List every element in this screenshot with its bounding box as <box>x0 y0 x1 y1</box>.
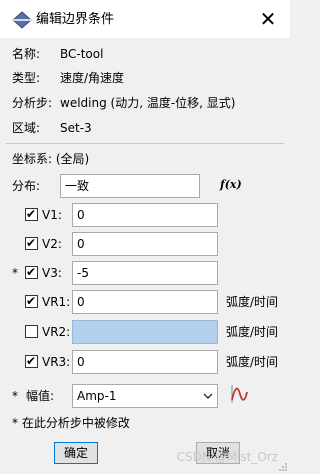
distribution-field[interactable]: 一致 <box>60 174 200 198</box>
field-unit: 弧度/时间 <box>226 325 279 339</box>
title-bar: 编辑边界条件 ✕ <box>0 0 290 38</box>
name-row: 名称: BC-tool <box>12 45 103 63</box>
csys-row: 坐标系: (全局) <box>12 150 89 168</box>
ok-button[interactable]: 确定 <box>54 442 98 464</box>
modified-note: * 在此分析步中被修改 <box>12 416 130 430</box>
type-value: 速度/角速度 <box>60 71 125 85</box>
checkmark-icon: ✔ <box>26 236 37 250</box>
amplitude-curve-icon[interactable] <box>229 383 249 405</box>
amplitude-select[interactable]: Amp-1 <box>72 384 218 408</box>
csys-label: 坐标系: <box>12 152 53 166</box>
field-label: VR3: <box>42 355 71 369</box>
type-label: 类型: <box>12 71 41 85</box>
checkmark-icon: ✔ <box>26 354 37 368</box>
field-input[interactable]: 0 <box>72 232 218 256</box>
chevron-down-icon <box>203 393 213 399</box>
region-row: 区域: Set-3 <box>12 119 92 137</box>
close-button[interactable]: ✕ <box>246 0 290 38</box>
field-checkbox[interactable]: ✔ <box>25 207 38 221</box>
amplitude-label: 幅值: <box>26 389 55 403</box>
checkmark-icon: ✔ <box>26 265 37 279</box>
type-row: 类型: 速度/角速度 <box>12 69 124 87</box>
separator <box>6 143 284 144</box>
cancel-button[interactable]: 取消 <box>196 442 240 464</box>
resize-grip-icon[interactable] <box>278 462 288 472</box>
field-unit: 弧度/时间 <box>226 295 279 309</box>
field-label: V2: <box>42 237 62 251</box>
step-label: 分析步: <box>12 96 53 110</box>
field-checkbox[interactable] <box>25 325 38 338</box>
step-row: 分析步: welding (动力, 温度-位移, 显式) <box>12 94 235 112</box>
amplitude-value: Amp-1 <box>77 389 117 403</box>
name-label: 名称: <box>12 47 41 61</box>
region-label: 区域: <box>12 121 41 135</box>
distribution-label: 分布: <box>12 179 41 193</box>
window-title: 编辑边界条件 <box>36 12 115 27</box>
field-checkbox[interactable]: ✔ <box>25 265 38 279</box>
field-label: VR1: <box>42 295 71 309</box>
csys-value: (全局) <box>55 152 90 166</box>
field-modified-star: * <box>12 266 18 280</box>
field-label: VR2: <box>42 325 71 339</box>
checkmark-icon: ✔ <box>26 207 37 221</box>
field-input[interactable]: 0 <box>72 290 218 314</box>
field-input[interactable]: 0 <box>72 350 218 374</box>
field-checkbox[interactable]: ✔ <box>25 294 38 308</box>
field-label: V1: <box>42 208 62 222</box>
region-value: Set-3 <box>60 121 92 135</box>
amplitude-modified-star: * <box>12 389 18 403</box>
field-input[interactable]: 0 <box>72 203 218 227</box>
fx-icon[interactable]: f(x) <box>220 177 242 193</box>
checkmark-icon: ✔ <box>26 294 37 308</box>
field-label: V3: <box>42 266 62 280</box>
app-diamond-icon <box>12 11 32 29</box>
field-input[interactable]: -5 <box>72 261 218 285</box>
name-value: BC-tool <box>60 47 104 61</box>
field-unit: 弧度/时间 <box>226 355 279 369</box>
step-value: welding (动力, 温度-位移, 显式) <box>60 96 236 110</box>
field-checkbox[interactable]: ✔ <box>25 236 38 250</box>
field-input <box>72 320 218 344</box>
field-checkbox[interactable]: ✔ <box>25 354 38 368</box>
